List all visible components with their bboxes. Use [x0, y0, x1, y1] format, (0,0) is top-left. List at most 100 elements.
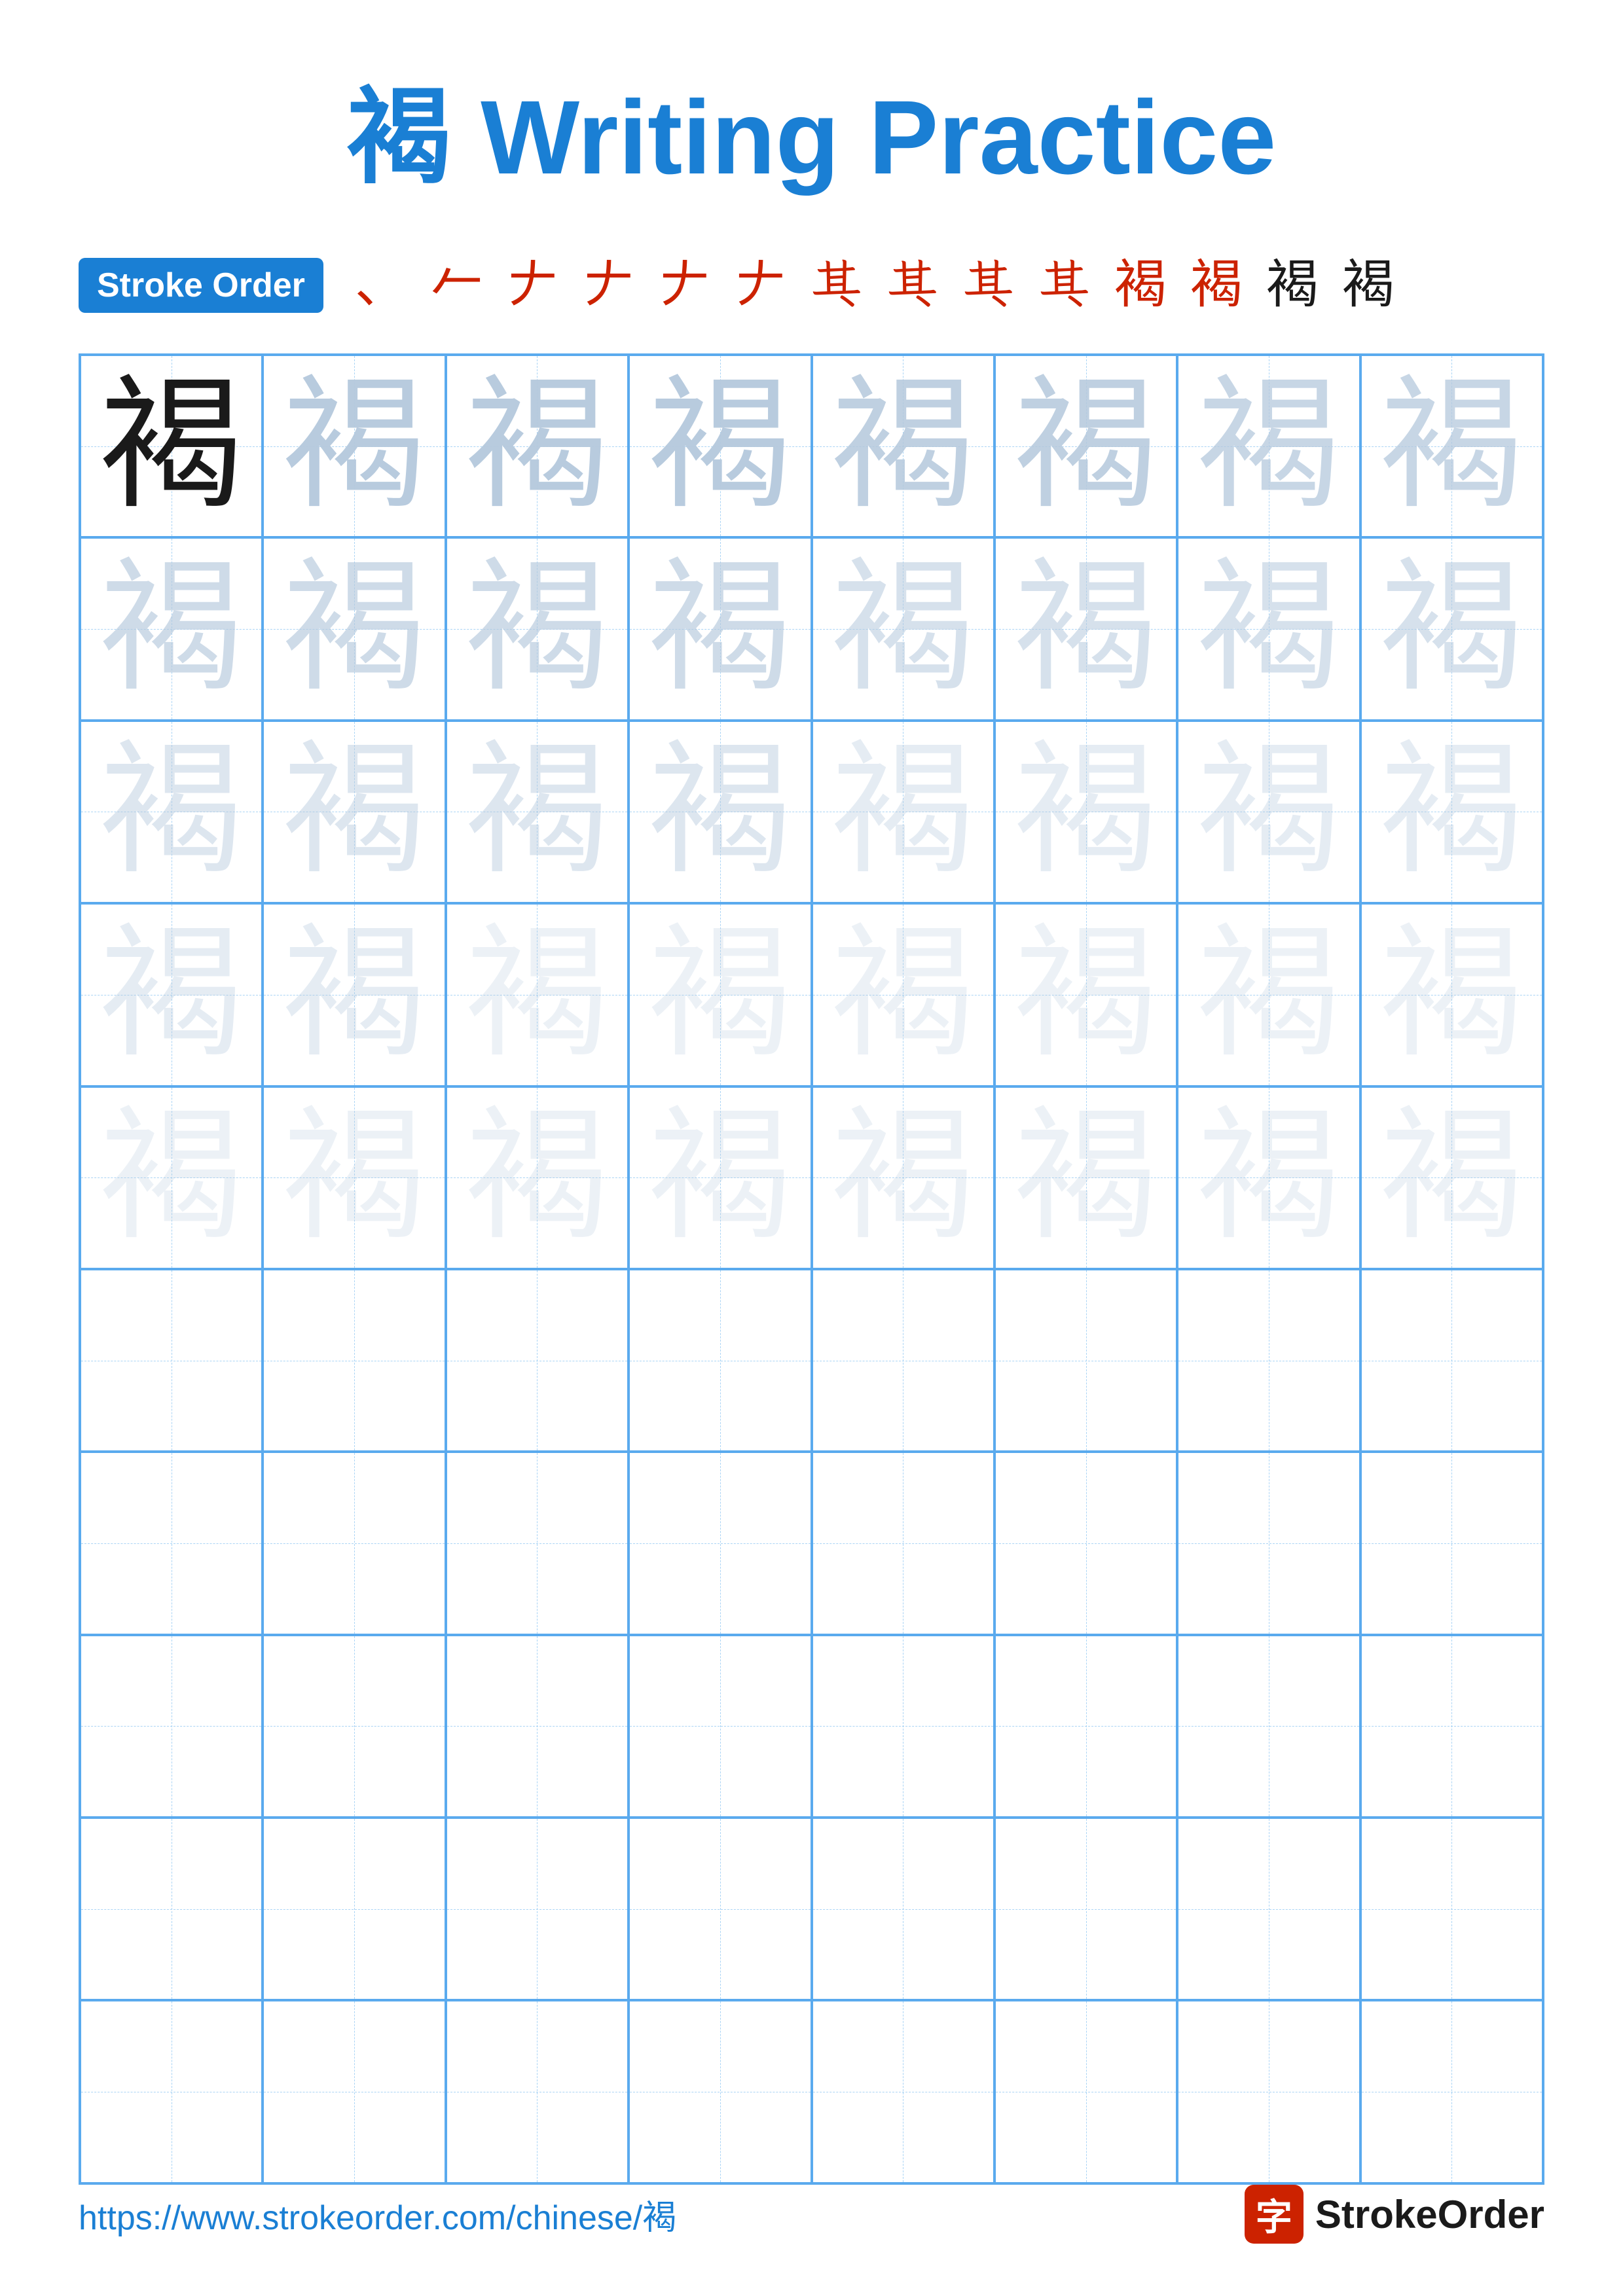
grid-cell-empty [812, 2000, 994, 2183]
grid-cell-empty [812, 1818, 994, 2000]
practice-char: 褐 [1379, 923, 1523, 1067]
grid-cell: 褐 [994, 1086, 1177, 1269]
practice-char: 褐 [282, 740, 426, 884]
practice-char: 褐 [100, 374, 244, 518]
footer-logo: 字 StrokeOrder [1245, 2185, 1544, 2244]
grid-cell-empty [1177, 1452, 1360, 1634]
stroke-6: 𠂇 [735, 257, 787, 314]
stroke-11: 褐 [1114, 257, 1167, 314]
grid-cell-empty [1360, 1635, 1543, 1818]
grid-cell: 褐 [1360, 903, 1543, 1086]
practice-char: 褐 [1014, 1105, 1158, 1249]
stroke-13: 褐 [1266, 257, 1319, 314]
grid-cell-empty [812, 1452, 994, 1634]
grid-cell: 褐 [994, 355, 1177, 537]
practice-char: 褐 [1014, 740, 1158, 884]
practice-char: 褐 [831, 557, 975, 701]
grid-cell: 褐 [812, 537, 994, 720]
practice-char: 褐 [648, 374, 792, 518]
practice-char: 褐 [648, 557, 792, 701]
practice-grid: 褐 褐 褐 褐 褐 褐 褐 褐 褐 褐 褐 褐 褐 褐 褐 褐 褐 褐 褐 褐 … [79, 353, 1544, 2185]
grid-cell-empty [629, 1452, 811, 1634]
page: 褐 Writing Practice Stroke Order 、 𠂉 𠂇 𠂇 … [0, 0, 1623, 2296]
practice-char: 褐 [831, 1105, 975, 1249]
grid-cell: 褐 [629, 1086, 811, 1269]
stroke-9: 𠀪 [962, 257, 1015, 314]
grid-cell-empty [1177, 1818, 1360, 2000]
grid-cell: 褐 [1360, 721, 1543, 903]
practice-char: 褐 [1197, 374, 1341, 518]
grid-cell: 褐 [629, 537, 811, 720]
grid-cell: 褐 [80, 903, 263, 1086]
grid-cell-empty [446, 1452, 629, 1634]
practice-char: 褐 [282, 1105, 426, 1249]
grid-cell-empty [1360, 1818, 1543, 2000]
grid-cell: 褐 [994, 903, 1177, 1086]
practice-char: 褐 [1014, 923, 1158, 1067]
grid-cell: 褐 [263, 537, 445, 720]
practice-char: 褐 [465, 740, 609, 884]
grid-cell: 褐 [1177, 1086, 1360, 1269]
grid-cell: 褐 [446, 537, 629, 720]
grid-cell: 褐 [263, 903, 445, 1086]
grid-cell: 褐 [812, 721, 994, 903]
practice-char: 褐 [648, 923, 792, 1067]
practice-char: 褐 [465, 557, 609, 701]
grid-cell-empty [263, 1452, 445, 1634]
stroke-sequence: 、 𠂉 𠂇 𠂇 𠂇 𠂇 𠀪 𠀪 𠀪 𠀪 褐 褐 褐 褐 [343, 257, 1406, 314]
grid-cell: 褐 [629, 903, 811, 1086]
stroke-5: 𠂇 [659, 257, 711, 314]
grid-cell: 褐 [812, 903, 994, 1086]
logo-char: 字 [1256, 2188, 1292, 2241]
stroke-12: 褐 [1190, 257, 1243, 314]
practice-char: 褐 [1014, 557, 1158, 701]
grid-cell: 褐 [80, 1086, 263, 1269]
grid-cell-empty [1360, 1452, 1543, 1634]
stroke-8: 𠀪 [886, 257, 939, 314]
footer: https://www.strokeorder.com/chinese/褐 字 … [79, 2185, 1544, 2244]
grid-cell: 褐 [1177, 355, 1360, 537]
grid-cell-empty [446, 1635, 629, 1818]
practice-char: 褐 [648, 1105, 792, 1249]
grid-cell: 褐 [446, 721, 629, 903]
grid-cell: 褐 [446, 903, 629, 1086]
practice-char: 褐 [1014, 374, 1158, 518]
stroke-1: 、 [355, 257, 407, 314]
grid-cell: 褐 [446, 1086, 629, 1269]
stroke-7: 𠀪 [811, 257, 863, 314]
grid-cell: 褐 [1177, 721, 1360, 903]
grid-cell-empty [994, 1452, 1177, 1634]
practice-char: 褐 [1379, 374, 1523, 518]
grid-cell-empty [80, 2000, 263, 2183]
grid-cell: 褐 [812, 355, 994, 537]
grid-cell: 褐 [80, 355, 263, 537]
practice-char: 褐 [100, 740, 244, 884]
grid-cell: 褐 [994, 721, 1177, 903]
logo-brand: StrokeOrder [1315, 2192, 1544, 2237]
grid-cell-empty [1360, 2000, 1543, 2183]
grid-cell-empty [629, 2000, 811, 2183]
grid-cell-empty [1177, 2000, 1360, 2183]
grid-cell-empty [994, 1635, 1177, 1818]
practice-char: 褐 [282, 923, 426, 1067]
grid-cell-empty [994, 1818, 1177, 2000]
footer-url: https://www.strokeorder.com/chinese/褐 [79, 2190, 676, 2239]
grid-cell-empty [263, 2000, 445, 2183]
stroke-order-section: Stroke Order 、 𠂉 𠂇 𠂇 𠂇 𠂇 𠀪 𠀪 𠀪 𠀪 褐 褐 褐 褐 [79, 257, 1544, 314]
grid-cell-empty [812, 1269, 994, 1452]
grid-cell-empty [629, 1818, 811, 2000]
grid-cell-empty [446, 1818, 629, 2000]
title-section: 褐 Writing Practice [79, 52, 1544, 204]
grid-cell: 褐 [629, 721, 811, 903]
grid-cell-empty [629, 1269, 811, 1452]
practice-char: 褐 [831, 740, 975, 884]
grid-cell-empty [80, 1635, 263, 1818]
grid-cell-empty [994, 1269, 1177, 1452]
grid-cell-empty [994, 2000, 1177, 2183]
grid-cell: 褐 [994, 537, 1177, 720]
practice-char: 褐 [648, 740, 792, 884]
practice-char: 褐 [1197, 740, 1341, 884]
practice-char: 褐 [465, 374, 609, 518]
grid-cell-empty [1177, 1635, 1360, 1818]
grid-cell-empty [80, 1818, 263, 2000]
